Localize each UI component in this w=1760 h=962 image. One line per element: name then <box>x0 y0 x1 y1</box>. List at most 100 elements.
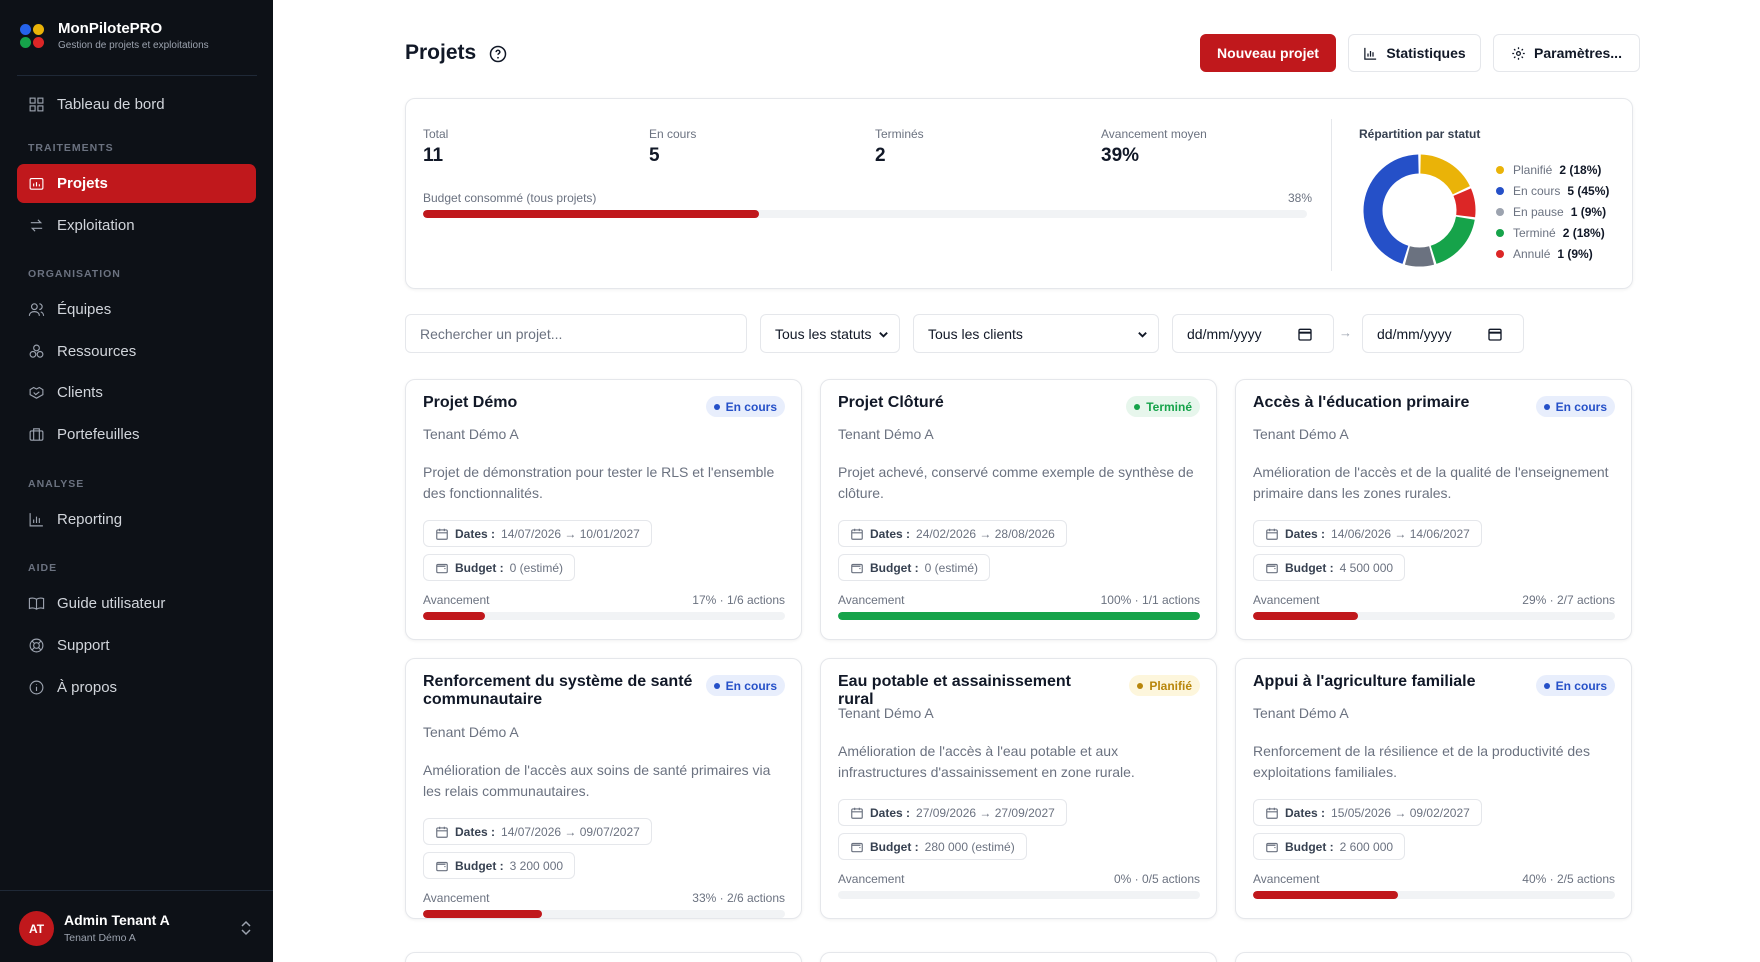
avatar[interactable]: AT <box>19 911 54 946</box>
dates-chip-value: 27/09/2026 → 27/09/2027 <box>916 805 1055 820</box>
sidebar-item-support[interactable]: Support <box>17 626 256 665</box>
budget-progress-fill <box>423 210 759 218</box>
legend-label: Planifié <box>1513 162 1553 177</box>
calendar-icon <box>1266 528 1278 540</box>
chevron-down-icon <box>1138 332 1147 338</box>
sidebar-item-apropos[interactable]: À propos <box>17 668 256 707</box>
user-name[interactable]: Admin Tenant A <box>64 912 170 928</box>
stat-encours-label: En cours <box>649 127 697 141</box>
budget-chip: Budget : 4 500 000 <box>1253 554 1406 581</box>
dates-chip-label: Dates : <box>1285 805 1326 820</box>
project-card[interactable]: Accès à l'éducation primaire En cours Tena… <box>1235 379 1632 640</box>
sidebar-item-portefeuilles[interactable]: Portefeuilles <box>17 415 256 454</box>
dates-chip: Dates : 14/06/2026 → 14/06/2027 <box>1253 520 1482 547</box>
status-badge-label: En cours <box>725 678 777 693</box>
date-from-input[interactable]: dd/mm/yyyy <box>1172 314 1334 353</box>
project-card[interactable]: Projet Démo En cours Tenant Démo A Projet d… <box>405 379 802 640</box>
wallet-icon <box>436 563 448 573</box>
dates-chip-value: 14/07/2026 → 10/01/2027 <box>501 526 640 541</box>
status-badge: Terminé <box>1126 396 1200 417</box>
search-input[interactable]: Rechercher un projet... <box>405 314 747 353</box>
project-tenant: Tenant Démo A <box>838 426 934 442</box>
wallet-icon <box>1266 842 1278 852</box>
project-description: Amélioration de l'accès aux soins de san… <box>423 762 771 799</box>
status-dot <box>1134 403 1141 410</box>
budget-chip-label: Budget : <box>455 560 504 575</box>
project-title[interactable]: Appui à l'agriculture familiale <box>1253 673 1523 691</box>
project-card[interactable] <box>1235 952 1632 962</box>
status-select[interactable]: Tous les statuts <box>760 314 900 353</box>
legend-dot <box>1496 186 1504 195</box>
project-title[interactable]: Renforcement du système de santé communa… <box>423 673 693 709</box>
sidebar-item-clients[interactable]: Clients <box>17 373 256 412</box>
lifebuoy-icon <box>29 638 44 653</box>
section-aide: AIDE <box>28 562 58 574</box>
progress-bar <box>838 612 1200 620</box>
project-tenant: Tenant Démo A <box>423 426 519 442</box>
brand[interactable]: MonPilotePRO Gestion de projets et explo… <box>20 20 209 51</box>
donut-slice <box>1404 246 1435 267</box>
budget-chip: Budget : 3 200 000 <box>423 852 576 879</box>
progress-fill <box>838 612 1200 620</box>
status-dot <box>1137 682 1144 689</box>
progress-label: Avancement <box>838 872 905 886</box>
bar-chart-icon <box>29 513 43 527</box>
progress-fill <box>1253 891 1398 899</box>
project-card[interactable] <box>820 952 1217 962</box>
sidebar-item-equipes[interactable]: Équipes <box>17 290 256 329</box>
progress-bar <box>423 612 785 620</box>
budget-chip-label: Budget : <box>870 560 919 575</box>
project-title[interactable]: Projet Démo <box>423 394 693 412</box>
dates-chip: Dates : 14/07/2026 → 10/01/2027 <box>423 520 652 547</box>
statistics-button[interactable]: Statistiques <box>1348 34 1481 72</box>
project-tenant: Tenant Démo A <box>1253 705 1349 721</box>
project-card[interactable]: Renforcement du système de santé communa… <box>405 658 802 919</box>
help-icon[interactable] <box>489 45 507 63</box>
status-badge-label: En cours <box>725 399 777 414</box>
dates-chip-value: 14/06/2026 → 14/06/2027 <box>1331 526 1470 541</box>
project-tenant: Tenant Démo A <box>838 705 934 721</box>
sidebar-item-guide[interactable]: Guide utilisateur <box>17 584 256 623</box>
settings-button[interactable]: Paramètres... <box>1493 34 1640 72</box>
dates-chip: Dates : 14/07/2026 → 09/07/2027 <box>423 818 652 845</box>
budget-chip: Budget : 280 000 (estimé) <box>838 833 1027 860</box>
settings-button-label: Paramètres... <box>1534 45 1622 61</box>
date-to-value: dd/mm/yyyy <box>1377 325 1452 342</box>
progress-meta: 0% · 0/5 actions <box>1113 872 1200 886</box>
budget-chip: Budget : 0 (estimé) <box>423 554 575 581</box>
sidebar-item-reporting[interactable]: Reporting <box>17 500 256 539</box>
grid-icon <box>29 97 44 112</box>
project-card[interactable]: Appui à l'agriculture familiale En cours T… <box>1235 658 1632 919</box>
sidebar-item-projets[interactable]: Projets <box>17 164 256 203</box>
stat-avancement-label: Avancement moyen <box>1101 127 1207 141</box>
sidebar-item-ressources[interactable]: Ressources <box>17 332 256 371</box>
bar-chart-icon <box>1364 47 1377 60</box>
budget-chip: Budget : 0 (estimé) <box>838 554 990 581</box>
chevron-up-down-icon[interactable] <box>239 919 253 937</box>
progress-label: Avancement <box>1253 872 1320 886</box>
project-card[interactable] <box>405 952 802 962</box>
progress-meta: 29% · 2/7 actions <box>1522 593 1615 607</box>
project-card[interactable]: Projet Clôturé Terminé Tenant Démo A Projet… <box>820 379 1217 640</box>
budget-chip-value: 2 600 000 <box>1339 839 1394 854</box>
status-badge: Planifié <box>1129 675 1200 696</box>
new-project-button[interactable]: Nouveau projet <box>1200 34 1336 72</box>
project-card[interactable]: Eau potable et assainissement rural Plani… <box>820 658 1217 919</box>
project-title[interactable]: Projet Clôturé <box>838 394 1108 412</box>
status-badge-label: En cours <box>1555 399 1607 414</box>
project-title[interactable]: Eau potable et assainissement rural <box>838 673 1108 709</box>
dates-chip-label: Dates : <box>870 526 911 541</box>
progress-meta: 100% · 1/1 actions <box>1100 593 1200 607</box>
dates-chip-label: Dates : <box>455 824 496 839</box>
dates-chip-label: Dates : <box>1285 526 1326 541</box>
handshake-icon <box>29 386 44 399</box>
sidebar-item-label: Portefeuilles <box>57 426 140 443</box>
budget-chip-label: Budget : <box>1285 839 1334 854</box>
client-select[interactable]: Tous les clients <box>913 314 1159 353</box>
date-to-input[interactable]: dd/mm/yyyy <box>1362 314 1524 353</box>
legend-item: Planifié 2 (18%) <box>1496 159 1609 180</box>
sidebar-item-exploitation[interactable]: Exploitation <box>17 206 256 245</box>
sidebar-item-dashboard[interactable]: Tableau de bord <box>17 85 256 124</box>
project-title[interactable]: Accès à l'éducation primaire <box>1253 394 1523 412</box>
progress-bar <box>1253 891 1615 899</box>
